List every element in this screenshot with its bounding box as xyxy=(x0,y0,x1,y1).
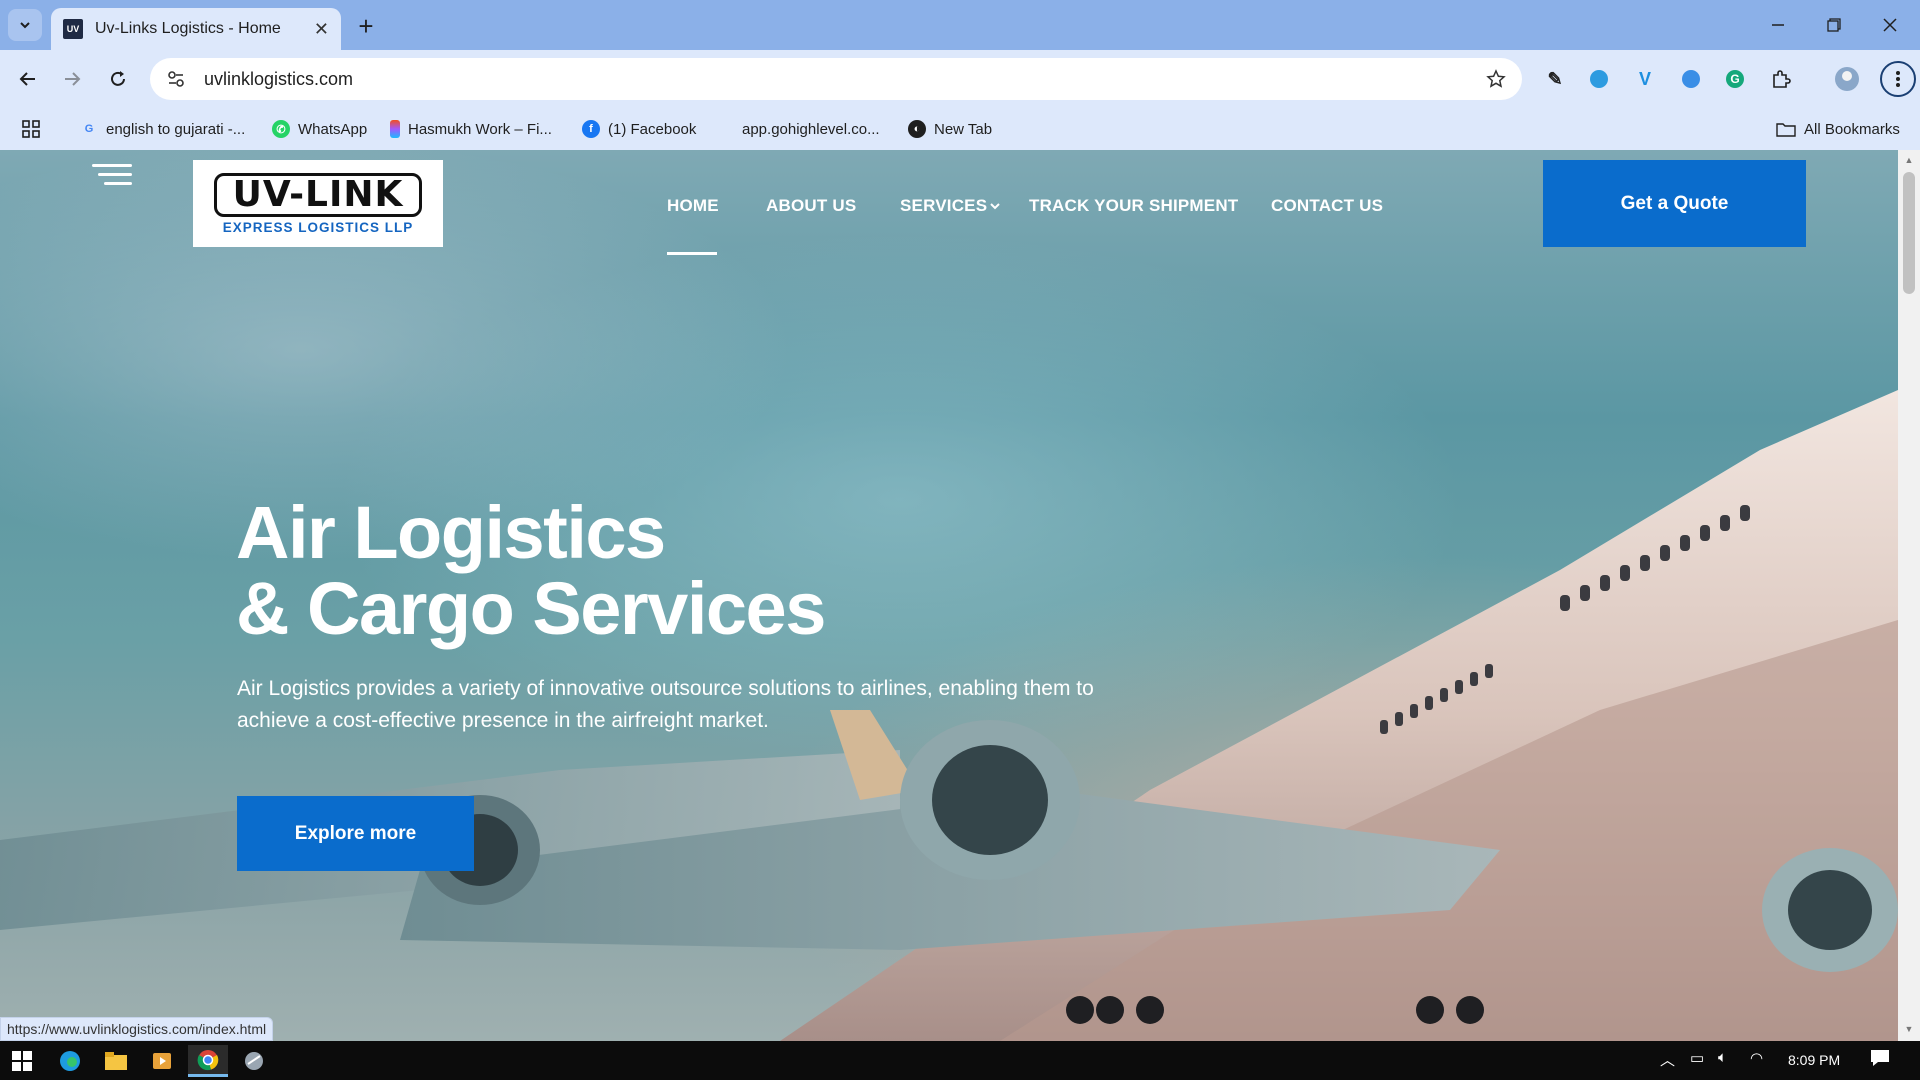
puzzle-extensions-icon[interactable] xyxy=(1768,66,1794,92)
scroll-up-icon[interactable]: ▲ xyxy=(1903,154,1915,166)
scrollbar-thumb[interactable] xyxy=(1903,172,1915,294)
hero-title: Air Logistics & Cargo Services xyxy=(236,491,826,650)
page-scrollbar[interactable]: ▲ ▼ xyxy=(1898,150,1920,1041)
bookmark-star-icon[interactable] xyxy=(1486,69,1506,89)
logo-frame: UV-LINK xyxy=(213,172,423,217)
hero-description: Air Logistics provides a variety of inno… xyxy=(237,677,1094,732)
bookmark-label: Hasmukh Work – Fi... xyxy=(408,120,552,138)
bookmarks-bar: G english to gujarati -... ✆ WhatsApp Ha… xyxy=(0,108,1920,150)
profile-avatar[interactable] xyxy=(1834,66,1860,92)
web-page: UV-LINK EXPRESS LOGISTICS LLP HOME ABOUT… xyxy=(0,150,1898,1041)
close-window-button[interactable] xyxy=(1862,8,1918,42)
hero-title-line2: & Cargo Services xyxy=(236,567,826,650)
new-tab-button[interactable]: + xyxy=(350,10,382,42)
start-button[interactable] xyxy=(2,1045,42,1077)
bookmark-item[interactable]: app.gohighlevel.co... xyxy=(716,116,880,142)
bookmark-item[interactable]: ◐ New Tab xyxy=(908,116,992,142)
nav-services[interactable]: SERVICES xyxy=(900,196,987,216)
battery-icon[interactable]: ▭ xyxy=(1690,1049,1704,1067)
volume-icon[interactable]: 🔈︎ xyxy=(1718,1049,1727,1066)
scroll-down-icon[interactable]: ▼ xyxy=(1903,1023,1915,1035)
close-icon xyxy=(1883,18,1897,32)
google-icon: G xyxy=(84,123,94,135)
chrome-taskbar-icon[interactable] xyxy=(188,1045,228,1077)
forward-button[interactable] xyxy=(54,61,90,97)
windows-taskbar: ︿ ▭ 🔈︎ ◠ 8:09 PM xyxy=(0,1041,1920,1080)
kebab-menu-icon xyxy=(1896,71,1900,87)
site-favicon-icon: UV xyxy=(63,19,83,39)
globe-icon: ◐ xyxy=(908,120,926,138)
browser-menu-button[interactable] xyxy=(1880,61,1916,97)
folder-icon xyxy=(1776,123,1796,137)
all-bookmarks-label: All Bookmarks xyxy=(1804,120,1900,138)
tab-strip: UV Uv-Links Logistics - Home ✕ + xyxy=(0,0,1920,50)
figma-icon xyxy=(390,120,400,138)
clock-time[interactable]: 8:09 PM xyxy=(1788,1052,1840,1068)
bookmark-item[interactable]: Hasmukh Work – Fi... xyxy=(390,116,552,142)
site-logo[interactable]: UV-LINK EXPRESS LOGISTICS LLP xyxy=(193,160,443,247)
explore-more-button[interactable]: Explore more xyxy=(237,796,474,871)
url-text[interactable]: uvlinklogistics.com xyxy=(204,69,1486,90)
svg-text:G: G xyxy=(1730,72,1739,86)
wifi-icon[interactable]: ◠ xyxy=(1750,1049,1763,1067)
chevron-down-icon xyxy=(20,22,30,29)
reload-icon xyxy=(111,71,125,86)
minimize-icon xyxy=(1772,24,1784,26)
cloud-extension-icon[interactable] xyxy=(1586,66,1612,92)
bookmark-item[interactable]: ✆ WhatsApp xyxy=(272,116,367,142)
browser-toolbar: uvlinklogistics.com ✎ V G xyxy=(0,50,1920,108)
blank-icon xyxy=(716,120,734,138)
address-bar[interactable]: uvlinklogistics.com xyxy=(150,58,1522,100)
minimize-button[interactable] xyxy=(1750,8,1806,42)
app-taskbar-icon[interactable] xyxy=(234,1045,274,1077)
drop-extension-icon[interactable] xyxy=(1678,66,1704,92)
bookmark-label: (1) Facebook xyxy=(608,120,697,138)
chevron-down-icon[interactable] xyxy=(989,200,1001,212)
logo-main-text: UV-LINK xyxy=(232,174,404,215)
apps-grid-icon xyxy=(22,120,40,138)
all-bookmarks-button[interactable]: All Bookmarks xyxy=(1776,116,1900,142)
edge-taskbar-icon[interactable] xyxy=(50,1045,90,1077)
active-tab[interactable]: UV Uv-Links Logistics - Home ✕ xyxy=(51,8,341,50)
vimeo-extension-icon[interactable]: V xyxy=(1632,66,1658,92)
restore-button[interactable] xyxy=(1806,8,1862,42)
facebook-icon: f xyxy=(582,120,600,138)
hamburger-menu-icon[interactable] xyxy=(92,164,132,188)
site-info-icon[interactable] xyxy=(166,69,186,89)
nav-track-shipment[interactable]: TRACK YOUR SHIPMENT xyxy=(1029,196,1238,216)
whatsapp-icon: ✆ xyxy=(272,120,290,138)
apps-grid-button[interactable] xyxy=(22,116,40,142)
bookmark-label: New Tab xyxy=(934,120,993,138)
logo-subtext: EXPRESS LOGISTICS LLP xyxy=(222,219,414,235)
nav-contact-us[interactable]: CONTACT US xyxy=(1271,196,1383,216)
file-explorer-taskbar-icon[interactable] xyxy=(96,1045,136,1077)
arrow-left-icon xyxy=(19,72,35,86)
tab-title: Uv-Links Logistics - Home xyxy=(95,20,281,37)
nav-home[interactable]: HOME xyxy=(667,196,719,216)
bookmark-item[interactable]: f (1) Facebook xyxy=(582,116,696,142)
bookmark-item[interactable]: G english to gujarati -... xyxy=(80,116,246,142)
restore-icon xyxy=(1827,18,1841,32)
hero-title-line1: Air Logistics xyxy=(236,491,666,574)
back-button[interactable] xyxy=(10,61,46,97)
bookmark-label: english to gujarati -... xyxy=(106,120,246,138)
notifications-icon[interactable] xyxy=(1870,1049,1890,1071)
bookmark-label: WhatsApp xyxy=(298,120,368,138)
windows-logo-icon xyxy=(12,1051,32,1071)
eyedropper-extension-icon[interactable]: ✎ xyxy=(1542,66,1568,92)
close-tab-icon[interactable]: ✕ xyxy=(314,19,329,40)
arrow-right-icon xyxy=(65,72,81,86)
media-player-taskbar-icon[interactable] xyxy=(142,1045,182,1077)
show-hidden-icons-chevron-icon[interactable]: ︿ xyxy=(1660,1049,1675,1070)
grammarly-extension-icon[interactable]: G xyxy=(1722,66,1748,92)
nav-about-us[interactable]: ABOUT US xyxy=(766,196,856,216)
tab-search-button[interactable] xyxy=(8,9,42,41)
bookmark-label: app.gohighlevel.co... xyxy=(742,120,880,138)
active-nav-indicator xyxy=(667,252,717,255)
reload-button[interactable] xyxy=(100,61,136,97)
status-bar-url: https://www.uvlinklogistics.com/index.ht… xyxy=(0,1017,274,1041)
get-a-quote-button[interactable]: Get a Quote xyxy=(1543,160,1806,247)
